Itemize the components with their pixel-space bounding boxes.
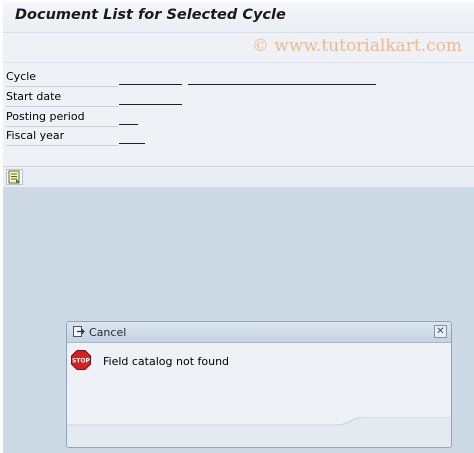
- form-row-posting-period: Posting period: [3, 107, 474, 127]
- cycle-description-field: [188, 84, 376, 85]
- selection-form: Cycle Start date Posting period Fiscal y…: [3, 63, 474, 166]
- dialog-footer-decoration: [67, 417, 451, 447]
- close-icon: ✕: [436, 326, 445, 337]
- fiscal-year-input[interactable]: [119, 143, 145, 144]
- watermark: © www.tutorialkart.com: [251, 36, 462, 56]
- stop-icon-text: STOP: [72, 358, 91, 365]
- list-document-button[interactable]: [6, 169, 23, 185]
- exit-icon: [73, 326, 85, 337]
- form-row-start-date: Start date: [3, 87, 474, 107]
- dialog-message: Field catalog not found: [103, 355, 230, 368]
- form-row-cycle: Cycle: [3, 67, 474, 87]
- cancel-dialog: Cancel ✕ STOP Field catalog not found: [66, 321, 452, 448]
- start-date-input[interactable]: [119, 104, 182, 105]
- posting-period-input[interactable]: [119, 124, 138, 125]
- dialog-titlebar[interactable]: Cancel ✕: [67, 322, 451, 343]
- dialog-title: Cancel: [89, 326, 127, 339]
- list-document-icon: [8, 170, 20, 184]
- list-toolbar: [3, 166, 474, 188]
- start-date-label: Start date: [6, 90, 118, 107]
- application-toolbar: © www.tutorialkart.com: [3, 33, 474, 63]
- page-title: Document List for Selected Cycle: [15, 7, 286, 23]
- fiscal-year-label: Fiscal year: [6, 129, 118, 146]
- form-row-fiscal-year: Fiscal year: [3, 126, 474, 146]
- cycle-label: Cycle: [6, 70, 118, 87]
- stop-icon: STOP: [71, 350, 91, 370]
- posting-period-label: Posting period: [6, 110, 118, 127]
- cycle-input[interactable]: [119, 84, 182, 85]
- title-bar: Document List for Selected Cycle: [3, 2, 474, 33]
- close-button[interactable]: ✕: [434, 325, 447, 338]
